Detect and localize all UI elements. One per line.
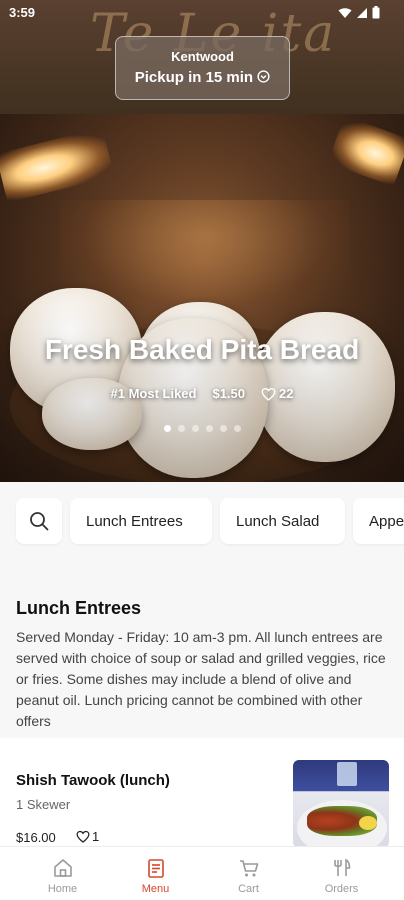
item-name: Shish Tawook (lunch) [16, 772, 170, 789]
lemon-image [359, 816, 377, 830]
status-icons [338, 6, 380, 19]
featured-rank: #1 Most Liked [110, 386, 197, 401]
category-chip-lunch-salad[interactable]: Lunch Salad [220, 498, 345, 544]
chevron-down-circle-icon [257, 70, 270, 83]
pickup-time: Pickup in 15 min [116, 69, 289, 86]
orders-icon [333, 858, 350, 876]
pickup-location: Kentwood [171, 49, 234, 64]
menu-icon [147, 859, 164, 878]
category-bar: Lunch Entrees Lunch Salad Appe [0, 482, 404, 562]
section-title: Lunch Entrees [16, 598, 142, 618]
search-button[interactable] [16, 498, 62, 544]
pickup-selector[interactable]: Kentwood Pickup in 15 min [115, 36, 290, 100]
bottom-nav: Home Menu Cart Orders [0, 846, 404, 900]
nav-cart-label: Cart [238, 883, 259, 895]
nav-orders[interactable]: Orders [295, 847, 388, 900]
search-icon [30, 512, 49, 531]
carousel-dot[interactable] [205, 425, 213, 432]
item-likes-count: 1 [92, 829, 100, 844]
status-bar: 3:59 [0, 0, 404, 26]
signal-icon [357, 7, 367, 18]
featured-likes[interactable]: 22 [261, 386, 293, 401]
carousel-dot[interactable] [191, 425, 199, 432]
carousel-dot[interactable] [219, 425, 227, 432]
nav-home[interactable]: Home [16, 847, 109, 900]
section-description: Served Monday - Friday: 10 am-3 pm. All … [16, 629, 386, 729]
menu-item-card[interactable]: Shish Tawook (lunch) 1 Skewer $16.00 1 [0, 738, 404, 848]
nav-menu[interactable]: Menu [109, 847, 202, 900]
featured-meta: #1 Most Liked $1.50 22 [0, 386, 404, 401]
category-chip-appetizers[interactable]: Appe [353, 498, 404, 544]
nav-menu-label: Menu [141, 883, 170, 895]
nav-orders-label: Orders [324, 883, 359, 895]
carousel-dot[interactable] [163, 425, 171, 432]
carousel-dot[interactable] [233, 425, 241, 432]
item-description: 1 Skewer [16, 797, 71, 812]
heart-icon [76, 830, 90, 843]
heart-icon [261, 387, 276, 401]
category-chip-lunch-entrees[interactable]: Lunch Entrees [70, 498, 212, 544]
carousel-dot[interactable] [177, 425, 185, 432]
menu-section: Lunch Entrees Served Monday - Friday: 10… [16, 598, 390, 732]
home-icon [53, 859, 72, 877]
wifi-icon [338, 7, 352, 18]
item-photo[interactable] [293, 760, 389, 848]
nav-cart[interactable]: Cart [202, 847, 295, 900]
carousel-dots[interactable] [0, 425, 404, 432]
nav-home-label: Home [47, 883, 78, 895]
glass-image [337, 762, 357, 786]
featured-title: Fresh Baked Pita Bread [44, 334, 360, 365]
battery-icon [372, 6, 380, 19]
status-time: 3:59 [9, 5, 36, 20]
cart-icon [239, 860, 258, 877]
featured-likes-count: 22 [279, 386, 294, 401]
item-likes[interactable]: 1 [76, 829, 99, 844]
featured-price: $1.50 [212, 386, 246, 401]
item-price: $16.00 [16, 830, 56, 845]
